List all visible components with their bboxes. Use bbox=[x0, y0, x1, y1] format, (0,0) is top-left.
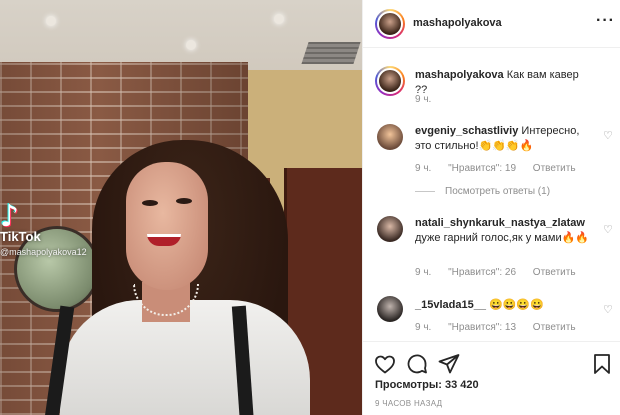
reply-button[interactable]: Ответить bbox=[533, 322, 576, 333]
commenter-avatar[interactable] bbox=[377, 216, 403, 242]
person-eye bbox=[142, 200, 158, 206]
comment-likes[interactable]: "Нравится": 26 bbox=[448, 267, 516, 278]
like-comment-heart-icon[interactable]: ♡ bbox=[603, 130, 615, 142]
comment-icon[interactable] bbox=[405, 352, 429, 376]
comment-time: 9 ч. bbox=[415, 322, 432, 333]
comment-username[interactable]: _15vlada15__ bbox=[415, 299, 486, 311]
ceiling-light bbox=[46, 16, 56, 26]
reply-button[interactable]: Ответить bbox=[533, 163, 576, 174]
post-timestamp[interactable]: 9 ЧАСОВ НАЗАД bbox=[375, 399, 442, 408]
comment-username[interactable]: evgeniy_schastliviy bbox=[415, 125, 518, 137]
comment-item: evgeniy_schastliviy Интересно, это стиль… bbox=[375, 122, 613, 182]
comment-text: natali_shynkaruk_nastya_zlataw дуже гарн… bbox=[415, 216, 591, 246]
view-replies-button[interactable]: Посмотреть ответы (1) bbox=[415, 186, 550, 197]
ceiling-light bbox=[186, 40, 196, 50]
comment-text: _15vlada15__ 😀😀😀😀 bbox=[415, 298, 591, 313]
person-eye bbox=[176, 198, 192, 204]
reply-button[interactable]: Ответить bbox=[533, 267, 576, 278]
person-face bbox=[126, 162, 208, 290]
tiktok-watermark: TikTok bbox=[0, 229, 41, 244]
comment-meta: 9 ч. "Нравится": 13 Ответить bbox=[415, 322, 590, 333]
share-icon[interactable] bbox=[437, 352, 461, 376]
comment-username[interactable]: natali_shynkaruk_nastya_zlataw bbox=[415, 217, 585, 229]
post-actions: Просмотры: 33 420 9 ЧАСОВ НАЗАД bbox=[363, 341, 620, 415]
caption-time: 9 ч. bbox=[415, 94, 432, 105]
post-header: mashapolyakova ··· bbox=[363, 0, 620, 48]
comment-item: natali_shynkaruk_nastya_zlataw дуже гарн… bbox=[375, 214, 613, 280]
tiktok-username: @mashapolyakova12 bbox=[0, 247, 87, 257]
author-username[interactable]: mashapolyakova bbox=[413, 17, 502, 29]
ceiling-vent bbox=[301, 42, 361, 64]
ceiling-light bbox=[274, 14, 284, 24]
commenter-avatar[interactable] bbox=[377, 296, 403, 322]
comment-time: 9 ч. bbox=[415, 163, 432, 174]
comment-text: evgeniy_schastliviy Интересно, это стиль… bbox=[415, 124, 591, 154]
heart-icon[interactable] bbox=[373, 352, 397, 376]
like-comment-heart-icon[interactable]: ♡ bbox=[603, 304, 615, 316]
comment-body: дуже гарний голос,як у мами🔥🔥 bbox=[415, 232, 590, 244]
comment-likes[interactable]: "Нравится": 19 bbox=[448, 163, 516, 174]
replies-dash bbox=[415, 190, 435, 192]
bookmark-icon[interactable] bbox=[590, 352, 614, 376]
caption-username[interactable]: mashapolyakova bbox=[415, 69, 504, 81]
comment-body: 😀😀😀😀 bbox=[489, 299, 544, 311]
like-comment-heart-icon[interactable]: ♡ bbox=[603, 224, 615, 236]
comment-meta: 9 ч. "Нравится": 19 Ответить bbox=[415, 163, 590, 174]
post-side-panel: mashapolyakova ··· mashapolyakova Как ва… bbox=[363, 0, 620, 415]
comment-meta: 9 ч. "Нравится": 26 Ответить bbox=[415, 267, 590, 278]
commenter-avatar[interactable] bbox=[377, 124, 403, 150]
post-caption: mashapolyakova Как вам кавер ?? 9 ч. bbox=[375, 66, 605, 110]
more-options-icon[interactable]: ··· bbox=[596, 13, 614, 32]
author-avatar[interactable] bbox=[375, 9, 405, 39]
comment-time: 9 ч. bbox=[415, 267, 432, 278]
comment-item: _15vlada15__ 😀😀😀😀 ♡ 9 ч. "Нравится": 13 … bbox=[375, 296, 613, 336]
video-player[interactable]: ♪ TikTok @mashapolyakova12 bbox=[0, 0, 362, 415]
comment-likes[interactable]: "Нравится": 13 bbox=[448, 322, 516, 333]
caption-avatar[interactable] bbox=[375, 66, 405, 96]
views-count[interactable]: Просмотры: 33 420 bbox=[375, 379, 479, 391]
